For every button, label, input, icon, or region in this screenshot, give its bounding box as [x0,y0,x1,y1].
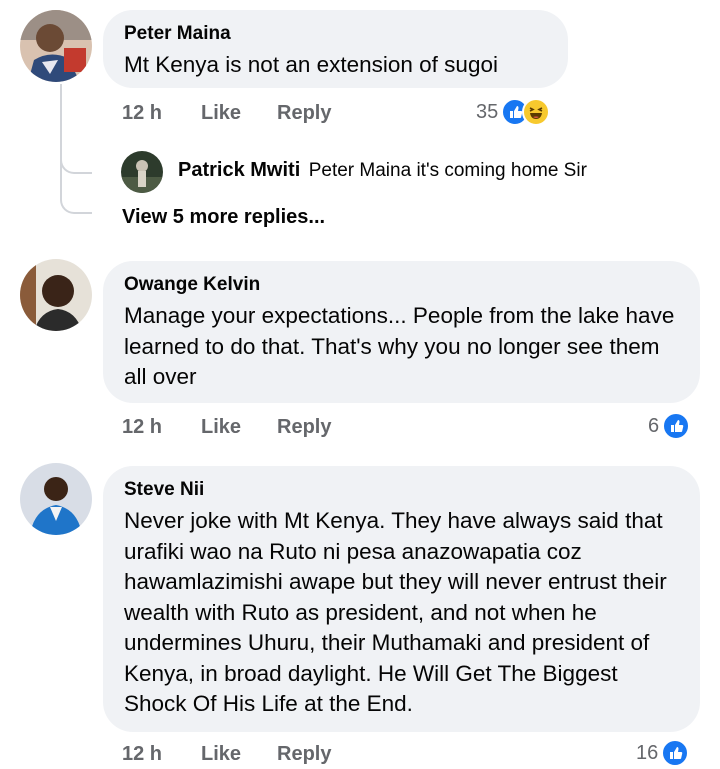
comment-bubble: Steve Nii Never joke with Mt Kenya. They… [103,466,700,732]
like-button[interactable]: Like [201,741,241,767]
timestamp[interactable]: 12 h [122,100,162,126]
thread-connector [60,140,92,174]
reaction-count: 6 [648,414,660,437]
comment-actions: 12 h Like Reply [122,741,592,767]
avatar[interactable] [20,259,92,331]
reaction-count: 35 [476,100,499,123]
reaction-summary[interactable]: 35 [476,96,551,128]
profile-photo [20,259,92,331]
avatar[interactable] [20,10,92,82]
timestamp[interactable]: 12 h [122,414,162,440]
profile-photo [20,463,92,535]
like-button[interactable]: Like [201,100,241,126]
reaction-count: 16 [636,741,659,764]
profile-photo [121,151,163,193]
reply-button[interactable]: Reply [277,100,331,126]
comment-actions: 12 h Like Reply [122,414,592,440]
reply-author[interactable]: Patrick Mwiti [178,159,300,181]
view-more-replies-link[interactable]: View 5 more replies... [122,206,325,229]
like-reaction-icon [661,739,690,767]
comment-bubble: Owange Kelvin Manage your expectations..… [103,261,700,403]
thread-connector [60,170,92,214]
comment-bubble: Peter Maina Mt Kenya is not an extension… [103,10,568,88]
comment-author[interactable]: Owange Kelvin [124,273,680,297]
comment-text: Mt Kenya is not an extension of sugoi [124,52,498,77]
reply-avatar[interactable] [121,151,163,193]
comment-author[interactable]: Steve Nii [124,478,680,502]
reaction-summary[interactable]: 6 [648,410,691,442]
reply-button[interactable]: Reply [277,414,331,440]
haha-reaction-icon [522,98,551,126]
comment-text: Manage your expectations... People from … [124,303,675,389]
reply-comment: Patrick Mwiti Peter Maina it's coming ho… [178,159,587,182]
comment-text: Never joke with Mt Kenya. They have alwa… [124,508,667,716]
profile-photo [20,10,92,82]
comment-author[interactable]: Peter Maina [124,22,548,46]
reaction-summary[interactable]: 16 [636,737,690,769]
like-reaction-icon [662,412,691,440]
reply-button[interactable]: Reply [277,741,331,767]
avatar[interactable] [20,463,92,535]
reply-text: Peter Maina it's coming home Sir [308,160,587,181]
like-button[interactable]: Like [201,414,241,440]
timestamp[interactable]: 12 h [122,741,162,767]
